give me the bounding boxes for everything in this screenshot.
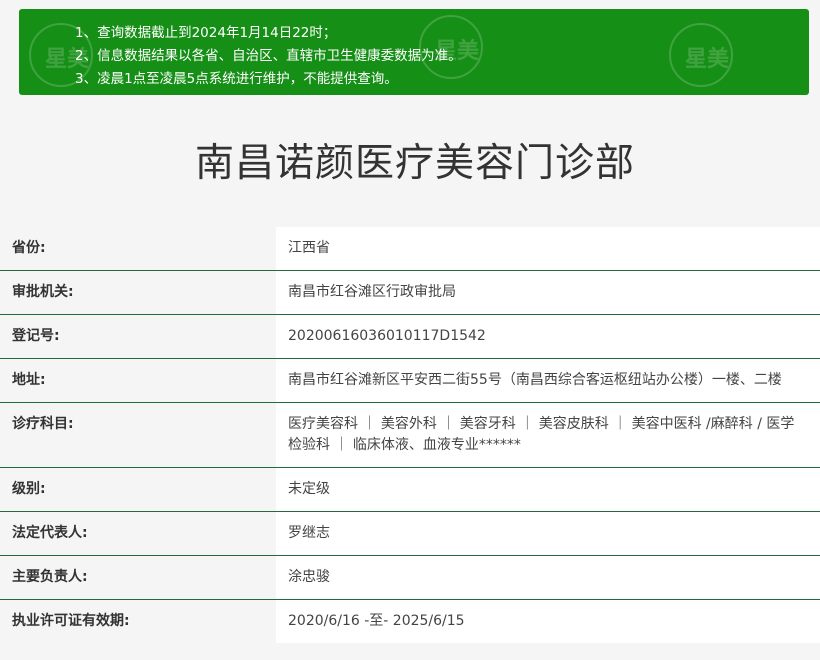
table-row: 省份: 江西省 bbox=[0, 227, 820, 271]
field-value-license-validity: 2020/6/16 -至- 2025/6/15 bbox=[276, 599, 820, 643]
field-value-departments: 医疗美容科 ｜ 美容外科 ｜ 美容牙科 ｜ 美容皮肤科 ｜ 美容中医科 /麻醉科… bbox=[276, 402, 820, 468]
notice-banner: 星美 星美 星美 1、查询数据截止到2024年1月14日22时； 2、信息数据结… bbox=[19, 9, 809, 95]
notice-line: 3、凌晨1点至凌晨5点系统进行维护，不能提供查询。 bbox=[75, 71, 398, 87]
table-row: 级别: 未定级 bbox=[0, 467, 820, 512]
field-label-address: 地址: bbox=[0, 358, 276, 403]
field-label-approval-authority: 审批机关: bbox=[0, 270, 276, 315]
field-value-level: 未定级 bbox=[276, 467, 820, 512]
field-value-address: 南昌市红谷滩新区平安西二街55号（南昌西综合客运枢纽站办公楼）一楼、二楼 bbox=[276, 358, 820, 403]
field-label-registration-number: 登记号: bbox=[0, 314, 276, 359]
field-label-principal: 主要负责人: bbox=[0, 555, 276, 600]
table-row: 执业许可证有效期: 2020/6/16 -至- 2025/6/15 bbox=[0, 599, 820, 643]
field-label-license-validity: 执业许可证有效期: bbox=[0, 599, 276, 643]
table-row: 审批机关: 南昌市红谷滩区行政审批局 bbox=[0, 270, 820, 315]
field-value-legal-representative: 罗继志 bbox=[276, 511, 820, 556]
notice-line: 1、查询数据截止到2024年1月14日22时； bbox=[75, 25, 337, 41]
field-value-registration-number: 20200616036010117D1542 bbox=[276, 314, 820, 359]
info-table: 省份: 江西省 审批机关: 南昌市红谷滩区行政审批局 登记号: 20200616… bbox=[0, 227, 820, 643]
table-row: 诊疗科目: 医疗美容科 ｜ 美容外科 ｜ 美容牙科 ｜ 美容皮肤科 ｜ 美容中医… bbox=[0, 402, 820, 468]
field-label-departments: 诊疗科目: bbox=[0, 402, 276, 468]
page-title: 南昌诺颜医疗美容门诊部 bbox=[194, 141, 635, 186]
field-value-province: 江西省 bbox=[276, 227, 820, 271]
field-label-legal-representative: 法定代表人: bbox=[0, 511, 276, 556]
table-row: 登记号: 20200616036010117D1542 bbox=[0, 314, 820, 359]
table-row: 法定代表人: 罗继志 bbox=[0, 511, 820, 556]
field-label-level: 级别: bbox=[0, 467, 276, 512]
field-label-province: 省份: bbox=[0, 227, 276, 271]
field-value-principal: 涂忠骏 bbox=[276, 555, 820, 600]
field-value-approval-authority: 南昌市红谷滩区行政审批局 bbox=[276, 270, 820, 315]
table-row: 主要负责人: 涂忠骏 bbox=[0, 555, 820, 600]
table-row: 地址: 南昌市红谷滩新区平安西二街55号（南昌西综合客运枢纽站办公楼）一楼、二楼 bbox=[0, 358, 820, 403]
notice-line: 2、信息数据结果以各省、自治区、直辖市卫生健康委数据为准。 bbox=[75, 48, 462, 64]
